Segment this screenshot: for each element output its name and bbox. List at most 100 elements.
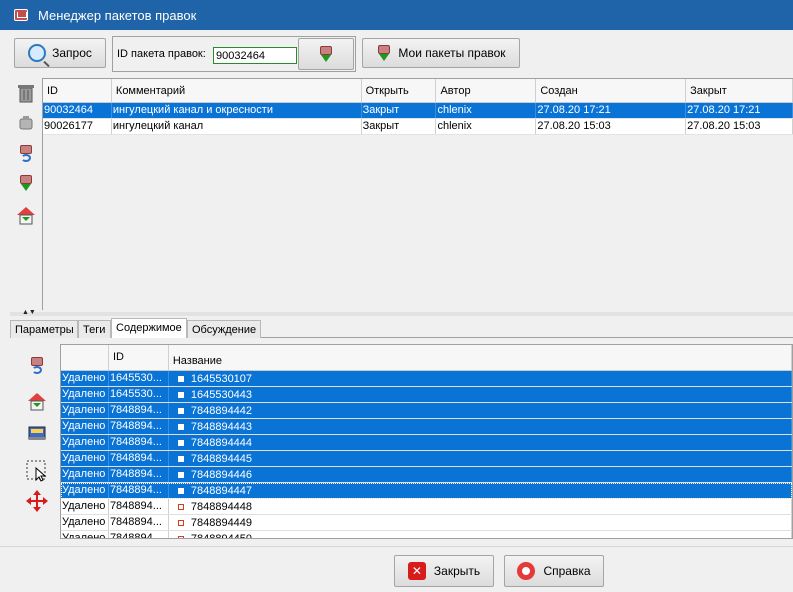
closed-cell: 27.08.20 15:03 <box>686 119 793 134</box>
name-cell: 7848894448 <box>169 499 792 514</box>
package-sync-icon <box>29 356 45 374</box>
trash-icon <box>18 85 34 103</box>
node-icon <box>177 471 184 478</box>
name-cell: 1645530443 <box>169 387 792 402</box>
package-download-icon <box>18 174 34 192</box>
package-id-group: ID пакета правок: <box>112 36 356 72</box>
contents-table-header: ID Название <box>61 345 792 371</box>
table-row[interactable]: Удалено 7848894... 7848894446 <box>61 467 792 483</box>
table-row[interactable]: 90032464 ингулецкий канал и окресности З… <box>43 103 793 119</box>
id-cell: 7848894... <box>109 467 169 482</box>
close-button[interactable]: ✕ Закрыть <box>394 555 494 587</box>
node-icon <box>177 391 184 398</box>
table-row[interactable]: Удалено 7848894... 7848894442 <box>61 403 792 419</box>
name-text: 1645530443 <box>190 388 253 401</box>
package-download-icon <box>376 44 392 62</box>
status-cell: Удалено <box>61 515 109 530</box>
status-cell: Удалено <box>61 531 109 538</box>
table-row[interactable]: Удалено 7848894... 7848894447 <box>61 483 792 499</box>
id-cell: 7848894... <box>109 451 169 466</box>
query-button[interactable]: Запрос <box>14 38 106 68</box>
export-contents-tool[interactable] <box>26 390 48 412</box>
splitter-arrows-icon[interactable]: ▲▼ <box>22 309 36 316</box>
table-row[interactable]: Удалено 1645530... 1645530443 <box>61 387 792 403</box>
select-tool[interactable] <box>26 460 48 482</box>
delete-tool[interactable] <box>15 82 37 104</box>
my-packages-button[interactable]: Мои пакеты правок <box>362 38 520 68</box>
created-cell: 27.08.20 15:03 <box>536 119 687 134</box>
table-row[interactable]: Удалено 7848894... 7848894449 <box>61 515 792 531</box>
sync-package-tool[interactable] <box>15 142 37 164</box>
download-contents-tool[interactable] <box>26 422 48 444</box>
contents-table: ID Название Удалено 1645530... 164553010… <box>60 344 793 539</box>
contents-side-toolbar <box>10 338 60 544</box>
status-cell: Удалено <box>61 499 109 514</box>
node-icon <box>177 535 184 538</box>
node-icon <box>177 439 184 446</box>
name-text: 7848894448 <box>190 500 253 513</box>
id-cell: 7848894... <box>109 515 169 530</box>
package-download-icon <box>318 45 334 63</box>
package-id-label: ID пакета правок: <box>117 48 206 60</box>
name-cell: 1645530107 <box>169 371 792 386</box>
status-cell: Удалено <box>61 467 109 482</box>
close-button-label: Закрыть <box>433 564 481 578</box>
status-cell: Удалено <box>61 403 109 418</box>
download-package-tool[interactable] <box>15 172 37 194</box>
status-cell: Удалено <box>61 419 109 434</box>
node-icon <box>177 423 184 430</box>
name-text: 7848894447 <box>190 484 253 497</box>
tab-discussion[interactable]: Обсуждение <box>187 320 261 338</box>
status-cell: Удалено <box>61 451 109 466</box>
name-text: 7848894442 <box>190 404 253 417</box>
sync-contents-tool[interactable] <box>26 354 48 376</box>
name-text: 7848894449 <box>190 516 253 529</box>
export-tool[interactable] <box>15 204 37 226</box>
column-header[interactable]: ID <box>43 79 112 102</box>
move-tool[interactable] <box>26 490 48 512</box>
tab-tags[interactable]: Теги <box>78 320 111 338</box>
tab-contents[interactable]: Содержимое <box>111 318 187 339</box>
column-header[interactable]: Комментарий <box>112 79 362 102</box>
open-cell: Закрыт <box>362 119 437 134</box>
details-tabs: Параметры Теги Содержимое Обсуждение <box>10 318 793 339</box>
table-row[interactable]: Удалено 7848894... 7848894450 <box>61 531 792 539</box>
closed-cell: 27.08.20 17:21 <box>686 103 793 118</box>
panel-splitter[interactable]: ▲▼ <box>10 309 793 316</box>
package-sync-icon <box>18 144 34 162</box>
table-row[interactable]: Удалено 7848894... 7848894448 <box>61 499 792 515</box>
status-cell: Удалено <box>61 371 109 386</box>
table-row[interactable]: Удалено 7848894... 7848894443 <box>61 419 792 435</box>
name-cell: 7848894443 <box>169 419 792 434</box>
package-id-cell: 90026177 <box>43 119 112 134</box>
table-row[interactable]: Удалено 7848894... 7848894444 <box>61 435 792 451</box>
open-package-tool[interactable] <box>15 112 37 134</box>
help-button[interactable]: Справка <box>504 555 604 587</box>
help-button-label: Справка <box>543 564 591 578</box>
toolbar: Запрос ID пакета правок: Мои пакеты прав… <box>0 30 793 78</box>
column-header[interactable]: Автор <box>436 79 537 102</box>
column-header[interactable]: ID <box>109 345 169 370</box>
download-package-button[interactable] <box>298 38 354 70</box>
tab-parameters[interactable]: Параметры <box>10 320 78 338</box>
window-title: Менеджер пакетов правок <box>38 7 197 23</box>
name-text: 1645530107 <box>190 372 253 385</box>
table-row[interactable]: Удалено 1645530... 1645530107 <box>61 371 792 387</box>
column-header[interactable] <box>61 345 109 370</box>
packages-panel: ID Комментарий Открыть Автор Создан Закр… <box>10 78 793 312</box>
column-header[interactable]: Создан <box>536 79 687 102</box>
app-icon <box>14 9 28 21</box>
column-header[interactable]: Закрыт <box>686 79 793 102</box>
table-row[interactable]: Удалено 7848894... 7848894445 <box>61 451 792 467</box>
open-cell: Закрыт <box>362 103 437 118</box>
id-cell: 7848894... <box>109 435 169 450</box>
table-row[interactable]: 90026177 ингулецкий канал Закрыт chlenix… <box>43 119 793 135</box>
author-cell: chlenix <box>436 119 537 134</box>
column-header[interactable]: Открыть <box>362 79 437 102</box>
name-text: 7848894445 <box>190 452 253 465</box>
status-cell: Удалено <box>61 435 109 450</box>
column-header[interactable]: Название <box>169 345 792 370</box>
package-id-input[interactable] <box>213 47 297 64</box>
created-cell: 27.08.20 17:21 <box>536 103 687 118</box>
name-text: 7848894450 <box>190 532 253 539</box>
